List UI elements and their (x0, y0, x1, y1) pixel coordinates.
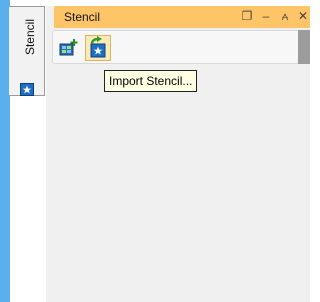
restore-window-icon[interactable]: ❐ (240, 9, 254, 23)
stencil-panel: Stencil ❐ – ⩜ ✕ (46, 6, 310, 302)
import-stencil-button[interactable] (85, 35, 111, 61)
close-icon[interactable]: ✕ (296, 9, 310, 23)
import-stencil-tooltip: Import Stencil... (104, 70, 198, 92)
panel-title-bar[interactable]: Stencil ❐ – ⩜ ✕ (54, 6, 310, 28)
new-stencil-button[interactable] (59, 38, 79, 58)
pin-icon[interactable]: ⩜ (278, 9, 292, 23)
side-tab-label: Stencil (23, 19, 37, 56)
toolbar-overflow-edge (298, 30, 310, 64)
stencil-toolbar (52, 30, 300, 64)
import-stencil-icon (90, 36, 106, 58)
minimize-icon[interactable]: – (259, 9, 273, 23)
panel-title: Stencil (64, 10, 101, 24)
stencil-icon (20, 83, 34, 96)
new-stencil-icon (59, 39, 78, 56)
side-tab-stencil[interactable]: Stencil (9, 6, 45, 96)
